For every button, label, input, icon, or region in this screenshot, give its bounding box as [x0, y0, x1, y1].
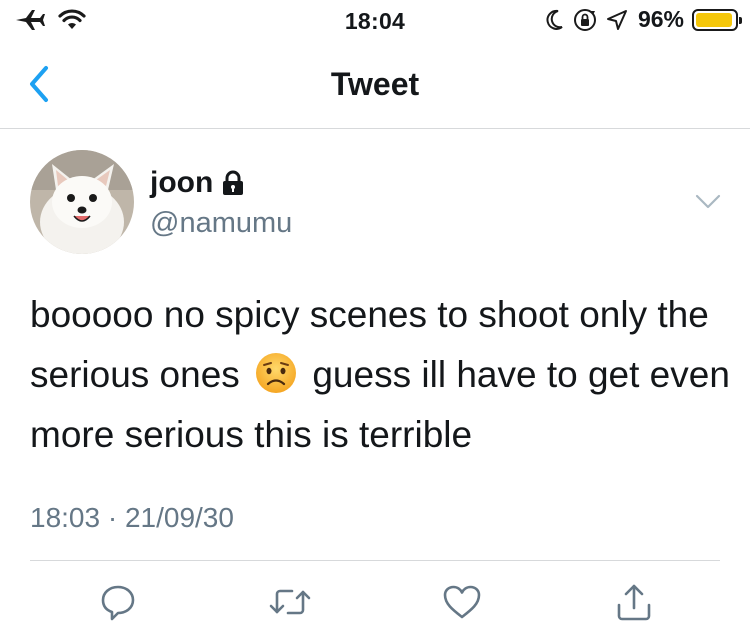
- page-title: Tweet: [330, 66, 420, 102]
- lock-icon: [223, 170, 244, 195]
- share-button[interactable]: [612, 580, 656, 624]
- display-name-text: joon: [150, 166, 214, 199]
- retweet-button[interactable]: [268, 580, 312, 624]
- worried-face-icon: [256, 353, 297, 393]
- status-bar: 18:04 96%: [0, 0, 750, 40]
- tweet-menu-button[interactable]: [694, 192, 722, 212]
- status-right: 96%: [546, 6, 742, 33]
- avatar[interactable]: [30, 150, 134, 254]
- user-handle[interactable]: @namumu: [150, 207, 292, 240]
- chevron-down-icon: [695, 194, 721, 209]
- heart-icon: [443, 585, 481, 619]
- reply-icon: [101, 585, 135, 621]
- nav-bar: Tweet: [0, 40, 750, 129]
- battery-level: [696, 12, 733, 27]
- rotation-lock-icon: [573, 8, 596, 31]
- retweet-icon: [269, 589, 311, 615]
- battery-nub: [739, 16, 742, 24]
- tweet-timestamp[interactable]: 18:03 · 21/09/30: [30, 502, 234, 534]
- dog-avatar-image: [30, 150, 134, 254]
- battery-percent: 96%: [637, 6, 684, 32]
- location-icon: [606, 9, 627, 30]
- display-name[interactable]: joon: [150, 166, 245, 200]
- reply-button[interactable]: [96, 580, 140, 624]
- battery-icon: [692, 8, 742, 31]
- tweet-text: booooo no spicy scenes to shoot only the…: [30, 285, 730, 465]
- tweet-actions: [0, 578, 750, 628]
- like-button[interactable]: [440, 580, 484, 624]
- moon-icon: [546, 9, 563, 30]
- share-icon: [617, 584, 651, 621]
- divider: [30, 560, 720, 561]
